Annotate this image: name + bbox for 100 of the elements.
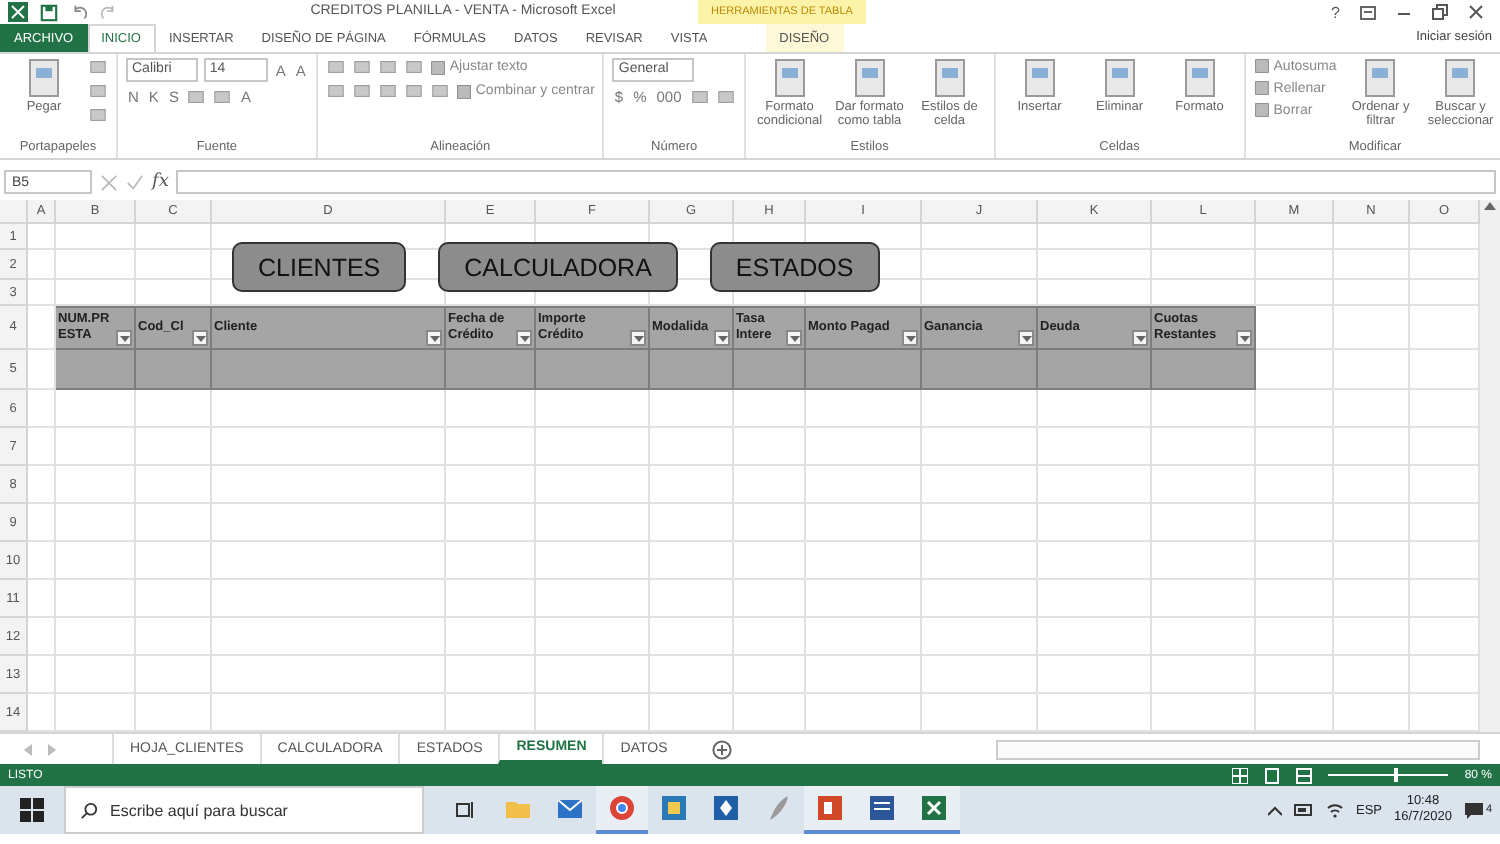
taskbar-app[interactable] <box>596 786 648 834</box>
toolbar-icon[interactable] <box>351 82 372 100</box>
filter-button[interactable] <box>714 330 730 346</box>
spreadsheet-cell[interactable] <box>806 466 922 504</box>
spreadsheet-cell[interactable] <box>212 466 446 504</box>
spreadsheet-cell[interactable] <box>806 656 922 694</box>
spreadsheet-cell[interactable] <box>446 466 536 504</box>
spreadsheet-cell[interactable] <box>212 618 446 656</box>
spreadsheet-cell[interactable] <box>136 390 212 428</box>
toolbar-icon[interactable] <box>689 88 710 106</box>
spreadsheet-cell[interactable] <box>136 466 212 504</box>
spreadsheet-cell[interactable] <box>650 580 734 618</box>
spreadsheet-cell[interactable] <box>806 618 922 656</box>
filter-button[interactable] <box>516 330 532 346</box>
spreadsheet-cell[interactable] <box>806 428 922 466</box>
spreadsheet-cell[interactable] <box>28 542 56 580</box>
spreadsheet-cell[interactable] <box>734 580 806 618</box>
macro-button[interactable]: CLIENTES <box>232 242 407 292</box>
spreadsheet-cell[interactable] <box>536 618 650 656</box>
spreadsheet-cell[interactable] <box>212 390 446 428</box>
spreadsheet-cell[interactable] <box>1256 504 1334 542</box>
spreadsheet-icon[interactable] <box>8 2 28 22</box>
spreadsheet-cell[interactable] <box>136 656 212 694</box>
macro-button[interactable]: ESTADOS <box>709 242 880 292</box>
spreadsheet-cell[interactable] <box>922 618 1038 656</box>
spreadsheet-cell[interactable] <box>806 694 922 732</box>
spreadsheet-cell[interactable] <box>1334 306 1410 350</box>
spreadsheet-cell[interactable] <box>1038 656 1152 694</box>
spreadsheet-area[interactable]: CLIENTES CALCULADORA ESTADOS <box>28 224 1480 306</box>
spreadsheet-cell[interactable] <box>536 694 650 732</box>
spreadsheet-cell[interactable] <box>56 618 136 656</box>
spreadsheet-cell[interactable] <box>1038 694 1152 732</box>
spreadsheet-cell[interactable] <box>650 428 734 466</box>
spreadsheet-cell[interactable] <box>212 542 446 580</box>
windows-logo-icon[interactable] <box>20 798 44 822</box>
spreadsheet-cell[interactable] <box>1152 542 1256 580</box>
notification-icon[interactable] <box>1463 801 1484 819</box>
spreadsheet-cell[interactable] <box>806 504 922 542</box>
spreadsheet-cell[interactable] <box>650 656 734 694</box>
spreadsheet-cell[interactable] <box>1334 542 1410 580</box>
filter-button[interactable] <box>1018 330 1034 346</box>
spreadsheet-cell[interactable] <box>1038 618 1152 656</box>
undo-icon[interactable] <box>70 3 88 21</box>
spreadsheet-cell[interactable] <box>1256 618 1334 656</box>
check-icon[interactable] <box>126 173 144 191</box>
filter-button[interactable] <box>1132 330 1148 346</box>
filter-button[interactable] <box>192 330 208 346</box>
toolbar-icon[interactable] <box>715 88 736 106</box>
spreadsheet-cell[interactable] <box>922 580 1038 618</box>
spreadsheet-cell[interactable] <box>446 542 536 580</box>
spreadsheet-cell[interactable] <box>56 504 136 542</box>
spreadsheet-cell[interactable] <box>1334 350 1410 390</box>
spreadsheet-cell[interactable] <box>1152 694 1256 732</box>
spreadsheet-cell[interactable] <box>28 694 56 732</box>
spreadsheet-cell[interactable] <box>536 428 650 466</box>
spreadsheet-cell[interactable] <box>1256 428 1334 466</box>
spreadsheet-cell[interactable] <box>1256 580 1334 618</box>
spreadsheet-cell[interactable] <box>1038 580 1152 618</box>
spreadsheet-cell[interactable] <box>1152 580 1256 618</box>
spreadsheet-cell[interactable] <box>734 656 806 694</box>
spreadsheet-cell[interactable] <box>1038 542 1152 580</box>
spreadsheet-cell[interactable] <box>650 618 734 656</box>
toolbar-icon[interactable] <box>377 58 398 76</box>
spreadsheet-cell[interactable] <box>1038 466 1152 504</box>
filter-button[interactable] <box>1236 330 1252 346</box>
filter-button[interactable] <box>116 330 132 346</box>
toolbar-icon[interactable] <box>351 58 372 76</box>
spreadsheet-cell[interactable] <box>28 504 56 542</box>
spreadsheet-cell[interactable] <box>734 428 806 466</box>
spreadsheet-cell[interactable] <box>136 694 212 732</box>
spreadsheet-cell[interactable] <box>734 504 806 542</box>
close-icon[interactable] <box>1468 4 1484 20</box>
page-layout-icon[interactable] <box>1264 767 1281 783</box>
spreadsheet-cell[interactable] <box>446 580 536 618</box>
spreadsheet-cell[interactable] <box>1334 618 1410 656</box>
filter-button[interactable] <box>786 330 802 346</box>
next-sheet-icon[interactable] <box>48 743 56 755</box>
spreadsheet-cell[interactable] <box>136 542 212 580</box>
spreadsheet-cell[interactable] <box>1152 428 1256 466</box>
spreadsheet-cell[interactable] <box>1152 390 1256 428</box>
spreadsheet-cell[interactable] <box>536 390 650 428</box>
spreadsheet-cell[interactable] <box>56 390 136 428</box>
spreadsheet-cell[interactable] <box>734 466 806 504</box>
battery-icon[interactable] <box>1294 804 1314 816</box>
spreadsheet-cell[interactable] <box>1334 390 1410 428</box>
vertical-scrollbar[interactable] <box>1480 200 1500 732</box>
spreadsheet-cell[interactable] <box>922 656 1038 694</box>
restore-icon[interactable] <box>1432 4 1448 20</box>
spreadsheet-cell[interactable] <box>650 504 734 542</box>
spreadsheet-cell[interactable] <box>536 580 650 618</box>
taskbar-app[interactable] <box>908 786 960 834</box>
spreadsheet-cell[interactable] <box>536 656 650 694</box>
spreadsheet-cell[interactable] <box>28 466 56 504</box>
filter-button[interactable] <box>426 330 442 346</box>
spreadsheet-cell[interactable] <box>56 466 136 504</box>
add-sheet-icon[interactable] <box>711 739 732 759</box>
spreadsheet-cell[interactable] <box>1038 390 1152 428</box>
spreadsheet-cell[interactable] <box>446 504 536 542</box>
spreadsheet-cell[interactable] <box>536 466 650 504</box>
scroll-up-icon[interactable] <box>1484 200 1496 212</box>
